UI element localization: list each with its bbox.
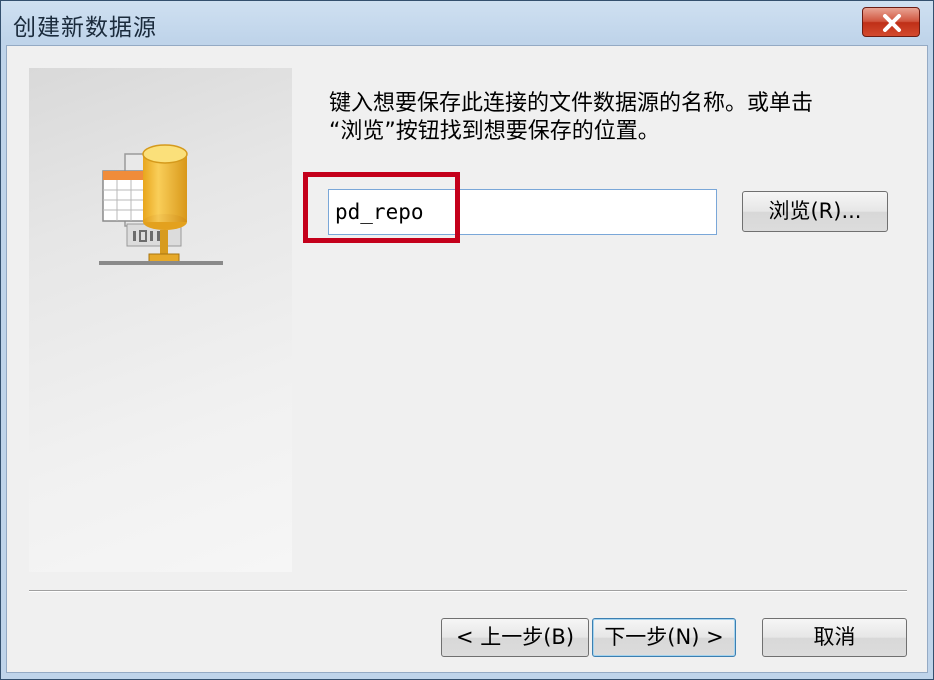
side-panel: [29, 68, 292, 572]
dialog-body: 键入想要保存此连接的文件数据源的名称。或单击 “浏览”按钮找到想要保存的位置。 …: [6, 45, 928, 673]
title-bar[interactable]: 创建新数据源: [1, 1, 933, 45]
next-button[interactable]: 下一步(N) >: [592, 618, 736, 657]
file-datasource-icon: [99, 144, 223, 265]
close-button[interactable]: [862, 7, 920, 37]
create-datasource-dialog: 创建新数据源 键入想要保存此连接的文件数据源的名称。或单击 “浏览”按钮找到想要…: [0, 0, 934, 680]
back-button[interactable]: < 上一步(B): [441, 618, 589, 657]
instruction-text: 键入想要保存此连接的文件数据源的名称。或单击 “浏览”按钮找到想要保存的位置。: [329, 91, 814, 144]
datasource-name-input[interactable]: [328, 189, 717, 235]
browse-button[interactable]: 浏览(R)...: [742, 191, 888, 232]
window-title: 创建新数据源: [13, 15, 157, 41]
cancel-button[interactable]: 取消: [762, 618, 907, 657]
separator: [29, 590, 907, 592]
close-icon: [883, 14, 901, 32]
